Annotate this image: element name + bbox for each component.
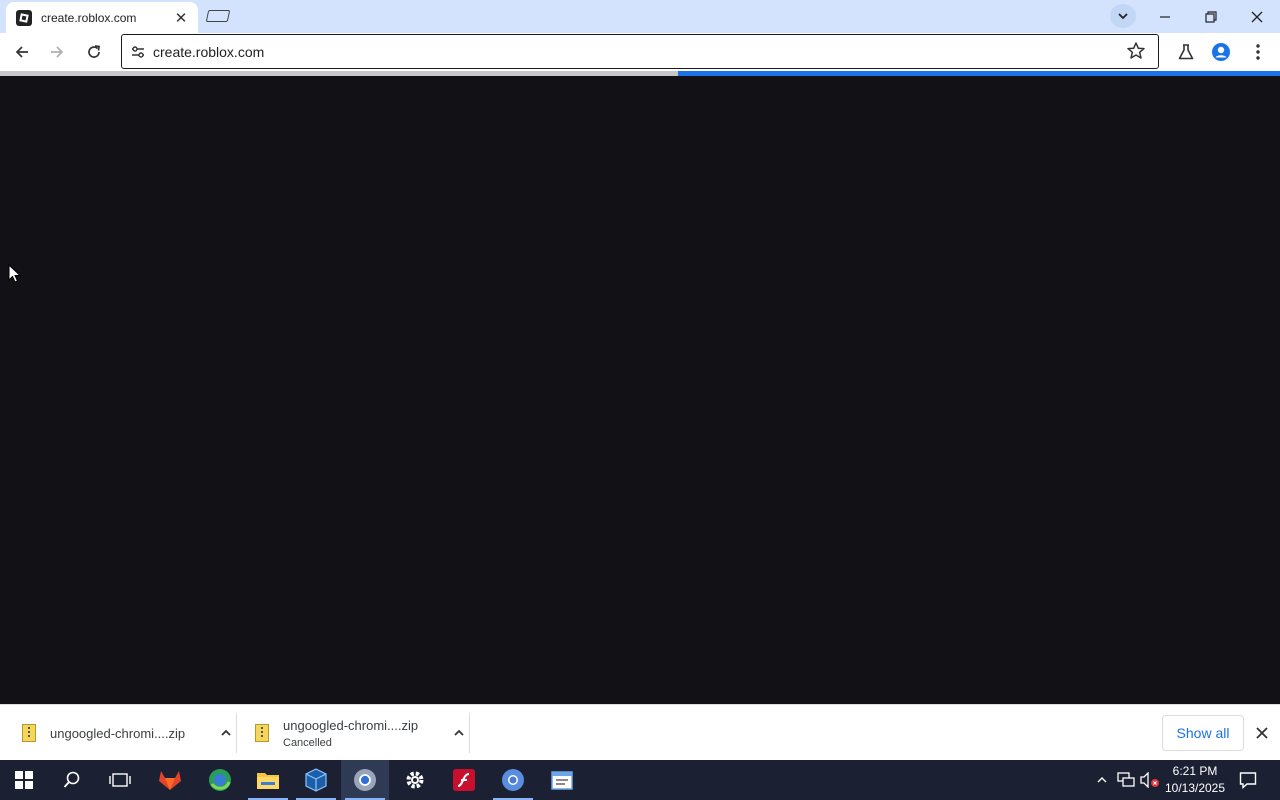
restore-button[interactable] (1188, 0, 1234, 33)
windows-taskbar: 6:21 PM 10/13/2025 (0, 760, 1280, 800)
close-icon (1251, 11, 1263, 22)
reload-icon (88, 45, 100, 58)
reload-button[interactable] (79, 37, 109, 67)
volume-tray-button[interactable] (1139, 760, 1161, 800)
zip-file-icon (22, 724, 36, 742)
flash-icon (453, 769, 475, 791)
download-filename: ungoogled-chromi....zip (283, 717, 419, 733)
download-divider (469, 713, 470, 753)
task-view-icon (109, 773, 131, 787)
download-divider (236, 713, 237, 753)
chrome-icon (354, 769, 376, 791)
chevron-up-icon (454, 729, 464, 736)
chevron-up-icon (1097, 777, 1107, 783)
minimize-button[interactable] (1142, 0, 1188, 33)
settings-gear-icon (406, 771, 424, 789)
labs-button[interactable] (1171, 37, 1201, 67)
network-tray-button[interactable] (1115, 760, 1137, 800)
back-button[interactable] (7, 37, 37, 67)
taskbar-app-file-explorer[interactable] (244, 760, 292, 800)
download-options-button[interactable] (447, 721, 471, 745)
taskbar-app-chrome[interactable] (341, 760, 389, 800)
more-vertical-icon (1256, 44, 1260, 60)
search-button[interactable] (48, 760, 96, 800)
flask-icon (1178, 44, 1194, 60)
close-downloads-bar-button[interactable] (1250, 721, 1274, 745)
volume-muted-icon (1140, 772, 1159, 788)
taskbar-app-virtualbox[interactable] (292, 760, 340, 800)
download-item[interactable]: ungoogled-chromi....zip (22, 705, 238, 761)
virtualbox-icon (305, 768, 327, 792)
notepad-icon (551, 771, 573, 790)
chromium-icon (502, 769, 524, 791)
menu-button[interactable] (1243, 37, 1273, 67)
roblox-favicon-icon (16, 9, 32, 26)
profile-icon (1212, 43, 1230, 61)
tab-strip: create.roblox.com ✕ (0, 0, 1280, 33)
windows-logo-icon (15, 771, 33, 789)
show-hidden-icons-button[interactable] (1092, 760, 1112, 800)
site-settings-icon[interactable] (130, 44, 146, 60)
minimize-icon (1160, 15, 1170, 18)
taskbar-app-settings[interactable] (391, 760, 439, 800)
download-filename: ungoogled-chromi....zip (50, 725, 186, 741)
taskbar-clock[interactable]: 6:21 PM 10/13/2025 (1160, 763, 1230, 797)
taskbar-app-chromium[interactable] (489, 760, 537, 800)
download-options-button[interactable] (214, 721, 238, 745)
search-icon (63, 771, 80, 788)
chevron-up-icon (221, 729, 231, 736)
address-bar[interactable]: create.roblox.com (121, 34, 1159, 69)
page-content (0, 76, 1280, 704)
close-icon (1256, 727, 1268, 739)
bookmark-star-icon[interactable] (1126, 41, 1146, 61)
new-tab-icon (205, 10, 231, 22)
mouse-cursor-icon (8, 264, 22, 283)
taskbar-app-notepad[interactable] (538, 760, 586, 800)
edge-icon (209, 769, 231, 791)
folder-icon (257, 773, 279, 789)
task-view-button[interactable] (96, 760, 144, 800)
clock-date: 10/13/2025 (1164, 781, 1226, 795)
browser-toolbar: create.roblox.com (0, 33, 1280, 71)
zip-file-icon (255, 724, 269, 742)
gitlab-icon (159, 771, 181, 790)
tab-close-icon[interactable]: ✕ (172, 9, 190, 27)
close-window-button[interactable] (1234, 0, 1280, 33)
forward-button[interactable] (42, 37, 72, 67)
start-button[interactable] (0, 760, 48, 800)
taskbar-app-gitlab[interactable] (146, 760, 194, 800)
show-all-downloads-button[interactable]: Show all (1162, 715, 1244, 751)
notifications-button[interactable] (1232, 760, 1264, 800)
tab-title: create.roblox.com (41, 10, 137, 25)
new-tab-button[interactable] (203, 4, 233, 28)
network-icon (1117, 772, 1135, 787)
arrow-left-icon (15, 46, 28, 58)
downloads-bar: ungoogled-chromi....zip ungoogled-chromi… (0, 704, 1280, 760)
chevron-down-icon (1118, 13, 1128, 20)
clock-time: 6:21 PM (1172, 764, 1218, 778)
url-text: create.roblox.com (153, 44, 265, 60)
browser-tab[interactable]: create.roblox.com ✕ (6, 2, 198, 33)
arrow-right-icon (51, 46, 64, 58)
tab-search-button[interactable] (1110, 4, 1136, 28)
restore-icon (1205, 10, 1217, 23)
download-item[interactable]: ungoogled-chromi....zip Cancelled (255, 705, 471, 761)
taskbar-app-flash[interactable] (440, 760, 488, 800)
download-status: Cancelled (283, 736, 332, 749)
profile-button[interactable] (1206, 37, 1236, 67)
taskbar-app-edge[interactable] (196, 760, 244, 800)
notification-icon (1239, 772, 1257, 789)
